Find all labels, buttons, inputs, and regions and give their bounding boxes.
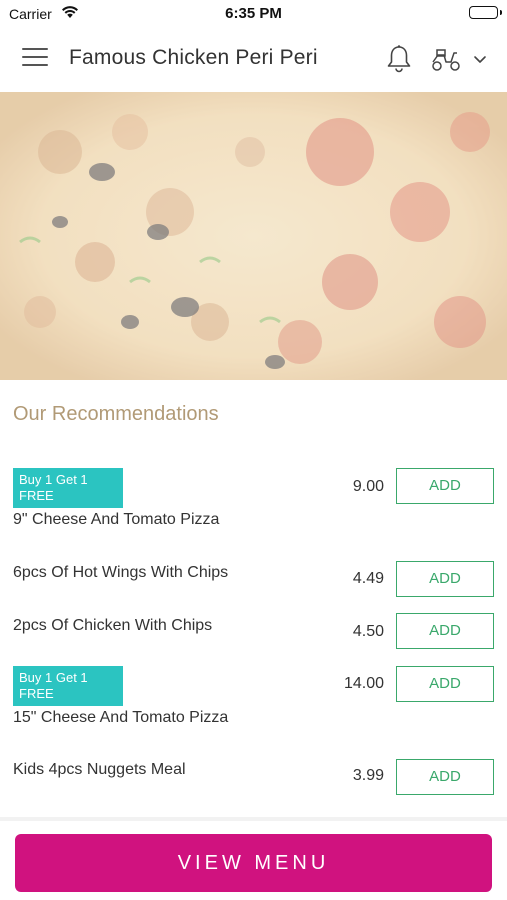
add-button[interactable]: ADD bbox=[396, 666, 494, 702]
add-button[interactable]: ADD bbox=[396, 759, 494, 795]
item-price: 14.00 bbox=[343, 675, 384, 692]
add-button[interactable]: ADD bbox=[396, 561, 494, 597]
battery-icon bbox=[469, 6, 502, 19]
status-bar: Carrier 6:35 PM bbox=[0, 0, 507, 28]
item-price: 4.49 bbox=[352, 570, 384, 587]
chevron-down-icon[interactable] bbox=[472, 52, 488, 66]
scooter-icon[interactable] bbox=[430, 47, 462, 73]
item-price: 9.00 bbox=[352, 478, 384, 495]
add-button[interactable]: ADD bbox=[396, 468, 494, 504]
item-name: 15" Cheese And Tomato Pizza bbox=[13, 709, 229, 726]
app-header: Famous Chicken Peri Peri bbox=[0, 28, 507, 92]
add-button[interactable]: ADD bbox=[396, 613, 494, 649]
status-time: 6:35 PM bbox=[225, 5, 282, 22]
item-name: 9" Cheese And Tomato Pizza bbox=[13, 511, 220, 528]
bottom-bar: VIEW MENU bbox=[0, 817, 507, 900]
offer-badge: Buy 1 Get 1 FREE bbox=[13, 666, 123, 706]
menu-icon[interactable] bbox=[22, 48, 48, 70]
bell-icon[interactable] bbox=[385, 44, 413, 74]
item-name: 6pcs Of Hot Wings With Chips bbox=[13, 564, 229, 581]
item-name: 2pcs Of Chicken With Chips bbox=[13, 617, 213, 634]
offer-badge: Buy 1 Get 1 FREE bbox=[13, 468, 123, 508]
view-menu-button[interactable]: VIEW MENU bbox=[15, 834, 492, 892]
hero-image bbox=[0, 92, 507, 380]
item-price: 4.50 bbox=[352, 623, 384, 640]
item-name: Kids 4pcs Nuggets Meal bbox=[13, 761, 186, 778]
recommendations-title: Our Recommendations bbox=[13, 403, 219, 425]
page-title: Famous Chicken Peri Peri bbox=[69, 46, 318, 69]
item-price: 3.99 bbox=[352, 767, 384, 784]
